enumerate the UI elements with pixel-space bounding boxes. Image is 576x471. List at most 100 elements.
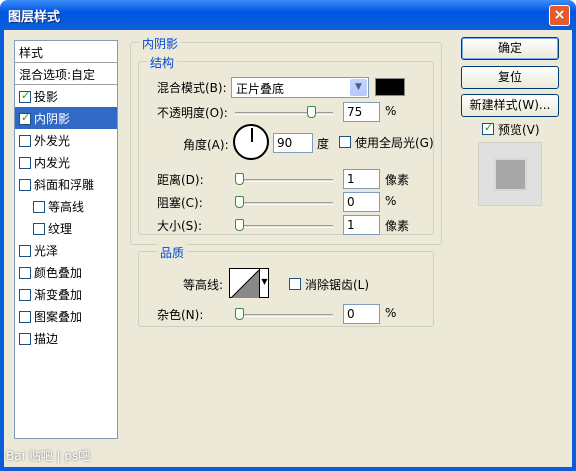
style-item-outer-glow[interactable]: 外发光 [15,129,117,151]
choke-slider[interactable] [235,196,333,210]
angle-label: 角度(A): [183,138,229,152]
inner-shadow-title: 内阴影 [139,35,182,52]
noise-input[interactable]: 0 [343,304,380,324]
inner-glow-checkbox[interactable] [19,157,31,169]
title-bar[interactable]: 图层样式 × [0,0,576,30]
noise-unit: % [385,306,397,320]
distance-label: 距离(D): [157,173,204,187]
style-item-label: 内阴影 [34,112,71,126]
anti-alias-checkbox[interactable] [289,278,301,290]
styles-list: 样式 混合选项:自定 投影 内阴影 外发光 内发光 斜面和浮雕 等高线 纹理 光… [14,40,118,439]
chevron-down-icon: ▼ [350,79,367,96]
opacity-unit: % [385,104,397,118]
preview-label: 预览(V) [498,123,540,137]
satin-checkbox[interactable] [19,245,31,257]
outer-glow-checkbox[interactable] [19,135,31,147]
size-label: 大小(S): [157,219,203,233]
style-item-pattern-overlay[interactable]: 图案叠加 [15,305,117,327]
contour-curve-icon [231,270,259,298]
size-unit: 像素 [385,219,410,233]
opacity-input[interactable]: 75 [343,102,380,122]
style-item-label: 图案叠加 [34,310,83,324]
blend-mode-label: 混合模式(B): [157,81,227,95]
style-item-label: 光泽 [34,244,59,258]
style-item-inner-shadow[interactable]: 内阴影 [15,107,117,129]
slider-track [235,225,333,228]
global-light-label: 使用全局光(G) [355,136,434,150]
choke-input[interactable]: 0 [343,192,380,212]
inner-shadow-checkbox[interactable] [19,111,31,125]
preview-checkbox[interactable] [482,121,494,135]
slider-track [235,202,333,205]
noise-label: 杂色(N): [157,308,204,322]
style-item-label: 渐变叠加 [34,288,83,302]
style-item-inner-glow[interactable]: 内发光 [15,151,117,173]
distance-unit: 像素 [385,173,410,187]
baidu-watermark: Bai 贴吧 | ps吧 [6,449,91,463]
stroke-checkbox[interactable] [19,333,31,345]
style-item-contour[interactable]: 等高线 [15,195,117,217]
blend-mode-value: 正片叠底 [236,82,285,96]
reset-button[interactable]: 复位 [461,66,559,89]
angle-input[interactable]: 90 [273,133,313,153]
choke-unit: % [385,194,397,208]
slider-thumb[interactable] [235,219,244,231]
slider-thumb[interactable] [235,173,244,185]
style-item-label: 颜色叠加 [34,266,83,280]
contour-label: 等高线: [183,278,224,292]
style-item-label: 等高线 [48,200,85,214]
blend-mode-select[interactable]: 正片叠底 ▼ [231,77,369,98]
blending-options-item[interactable]: 混合选项:自定 [15,63,117,85]
close-button[interactable]: × [549,5,570,26]
angle-unit: 度 [317,137,330,151]
structure-title: 结构 [147,54,178,71]
style-item-label: 投影 [34,90,59,104]
quality-group: 品质 等高线: ▼ 消除锯齿(L) 杂色(N): 0 % [138,244,434,327]
global-light-checkbox[interactable] [339,136,351,148]
noise-slider[interactable] [235,308,333,322]
slider-thumb[interactable] [307,106,316,118]
style-item-label: 内发光 [34,156,71,170]
distance-slider[interactable] [235,173,333,187]
slider-track [235,112,333,115]
style-item-bevel-emboss[interactable]: 斜面和浮雕 [15,173,117,195]
structure-group: 结构 混合模式(B): 正片叠底 ▼ 不透明度(O): 75 % 角度(A): … [138,54,434,235]
preview-thumbnail [478,142,542,206]
contour-checkbox[interactable] [33,201,45,213]
preview-swatch [494,158,527,191]
style-item-satin[interactable]: 光泽 [15,239,117,261]
bevel-emboss-checkbox[interactable] [19,179,31,191]
style-item-gradient-overlay[interactable]: 渐变叠加 [15,283,117,305]
styles-header[interactable]: 样式 [15,41,117,63]
style-item-drop-shadow[interactable]: 投影 [15,85,117,107]
layer-style-dialog: 图层样式 × 样式 混合选项:自定 投影 内阴影 外发光 内发光 斜面和浮雕 等… [0,0,576,471]
style-item-color-overlay[interactable]: 颜色叠加 [15,261,117,283]
style-item-texture[interactable]: 纹理 [15,217,117,239]
texture-checkbox[interactable] [33,223,45,235]
chevron-down-icon[interactable]: ▼ [259,268,269,298]
pattern-overlay-checkbox[interactable] [19,311,31,323]
opacity-label: 不透明度(O): [157,106,228,120]
dialog-body: 样式 混合选项:自定 投影 内阴影 外发光 内发光 斜面和浮雕 等高线 纹理 光… [4,30,572,467]
dialog-title: 图层样式 [8,10,61,25]
size-input[interactable]: 1 [343,215,380,235]
slider-thumb[interactable] [235,196,244,208]
slider-thumb[interactable] [235,308,244,320]
drop-shadow-checkbox[interactable] [19,89,31,103]
style-item-label: 描边 [34,332,59,346]
choke-label: 阻塞(C): [157,196,203,210]
style-item-stroke[interactable]: 描边 [15,327,117,349]
gradient-overlay-checkbox[interactable] [19,289,31,301]
new-style-button[interactable]: 新建样式(W)... [461,94,559,117]
size-slider[interactable] [235,219,333,233]
quality-title: 品质 [157,244,188,261]
distance-input[interactable]: 1 [343,169,380,189]
opacity-slider[interactable] [235,106,333,120]
color-overlay-checkbox[interactable] [19,267,31,279]
style-item-label: 斜面和浮雕 [34,178,95,192]
shadow-color-swatch[interactable] [375,78,405,96]
contour-picker[interactable]: ▼ [229,268,269,298]
ok-button[interactable]: 确定 [461,37,559,60]
slider-track [235,179,333,182]
angle-dial[interactable] [233,124,269,160]
